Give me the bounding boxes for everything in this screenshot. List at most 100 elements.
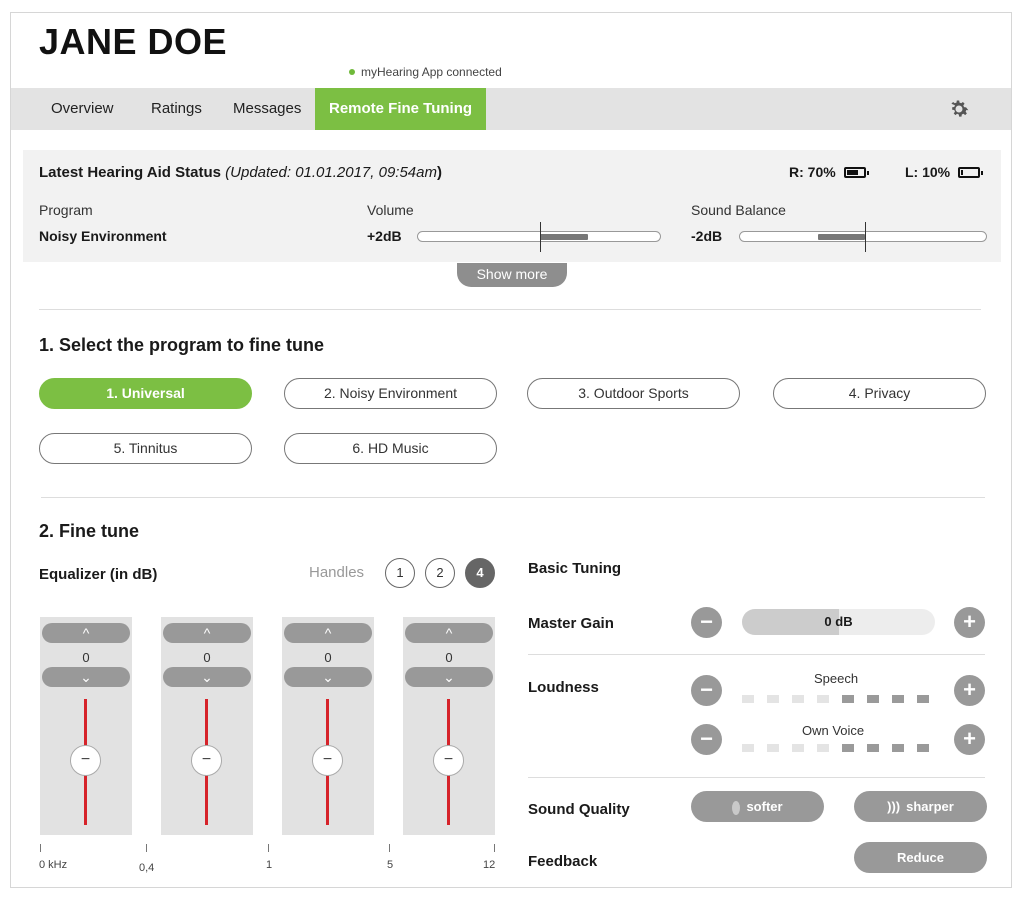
softer-button[interactable]: softer — [691, 791, 824, 822]
freq-tick — [40, 844, 41, 852]
speech-level-segment — [742, 695, 754, 703]
band-slider-knob[interactable]: − — [433, 745, 464, 776]
program-button-noisy-environment[interactable]: 2. Noisy Environment — [284, 378, 497, 409]
battery-left-fill — [961, 169, 964, 175]
band-value: 0 — [324, 650, 332, 665]
sound-balance-value: -2dB — [691, 228, 723, 244]
freq-label: 0,4 — [139, 862, 155, 874]
speech-minus-button[interactable]: − — [691, 675, 722, 706]
show-more-button[interactable]: Show more — [457, 263, 567, 287]
battery-icon — [843, 166, 869, 178]
program-label: Program — [39, 202, 93, 218]
equalizer-band-1: ^ 0 ⌄ − — [40, 617, 132, 835]
volume-value: +2dB — [367, 228, 402, 244]
tab-remote-fine-tuning[interactable]: Remote Fine Tuning — [315, 88, 487, 130]
tab-ratings[interactable]: Ratings — [151, 88, 202, 130]
handles-2-button[interactable]: 2 — [425, 558, 455, 588]
own-voice-minus-button[interactable]: − — [691, 724, 722, 755]
tab-overview[interactable]: Overview — [51, 88, 114, 130]
master-gain-bar[interactable]: 0 dB — [742, 609, 935, 635]
band-slider-knob[interactable]: − — [70, 745, 101, 776]
divider — [41, 497, 985, 498]
divider — [39, 309, 981, 310]
band-down-button[interactable]: ⌄ — [163, 667, 251, 687]
own-voice-level-segment — [842, 744, 854, 752]
sharper-label: sharper — [906, 799, 954, 814]
program-button-tinnitus[interactable]: 5. Tinnitus — [39, 433, 252, 464]
tab-messages[interactable]: Messages — [233, 88, 301, 130]
band-slider-knob[interactable]: − — [191, 745, 222, 776]
own-voice-plus-button[interactable]: + — [954, 724, 985, 755]
equalizer-band-2: ^ 0 ⌄ − — [161, 617, 253, 835]
feedback-label: Feedback — [528, 853, 598, 870]
speech-level-segment — [842, 695, 854, 703]
nav-bar: Overview Ratings Messages Remote Fine Tu… — [11, 88, 1011, 130]
band-down-button[interactable]: ⌄ — [405, 667, 493, 687]
band-value: 0 — [203, 650, 211, 665]
speech-level-segment — [792, 695, 804, 703]
handles-1-button[interactable]: 1 — [385, 558, 415, 588]
equalizer-band-4: ^ 0 ⌄ − — [403, 617, 495, 835]
sound-quality-label: Sound Quality — [528, 801, 630, 818]
band-down-button[interactable]: ⌄ — [42, 667, 130, 687]
band-up-button[interactable]: ^ — [42, 623, 130, 643]
band-slider-knob[interactable]: − — [312, 745, 343, 776]
own-voice-level-segment — [892, 744, 904, 752]
master-gain-minus-button[interactable]: − — [691, 607, 722, 638]
connection-status: myHearing App connected — [349, 65, 502, 79]
master-gain-label: Master Gain — [528, 615, 614, 632]
status-title-text: Latest Hearing Aid Status — [39, 164, 221, 181]
battery-right-label: R: 70% — [789, 164, 836, 180]
divider — [528, 654, 985, 655]
speech-level-segment — [917, 695, 929, 703]
status-updated: (Updated: 01.01.2017, 09:54am — [225, 164, 437, 181]
connection-dot-icon — [349, 69, 355, 75]
connection-status-text: myHearing App connected — [361, 65, 502, 79]
speech-label: Speech — [814, 671, 859, 686]
fine-tune-section-title: 2. Fine tune — [39, 521, 140, 541]
master-gain-value: 0 dB — [824, 614, 853, 629]
program-button-universal[interactable]: 1. Universal — [39, 378, 252, 409]
battery-right-fill — [846, 169, 858, 175]
status-title: Latest Hearing Aid Status (Updated: 01.0… — [39, 164, 442, 181]
program-button-privacy[interactable]: 4. Privacy — [773, 378, 986, 409]
freq-tick — [389, 844, 390, 852]
band-up-button[interactable]: ^ — [405, 623, 493, 643]
band-down-button[interactable]: ⌄ — [284, 667, 372, 687]
band-value: 0 — [445, 650, 453, 665]
own-voice-level-segment — [917, 744, 929, 752]
program-button-hd-music[interactable]: 6. HD Music — [284, 433, 497, 464]
freq-label: 12 — [483, 859, 496, 871]
status-updated-close: ) — [436, 164, 442, 181]
sharper-button[interactable]: ))) sharper — [854, 791, 987, 822]
softer-label: softer — [746, 799, 783, 814]
equalizer-band-3: ^ 0 ⌄ − — [282, 617, 374, 835]
own-voice-level-segment — [767, 744, 779, 752]
speech-level-segment — [867, 695, 879, 703]
speech-plus-button[interactable]: + — [954, 675, 985, 706]
speech-level-segment — [892, 695, 904, 703]
handles-label: Handles — [309, 564, 365, 581]
program-value: Noisy Environment — [39, 228, 167, 244]
gear-icon[interactable] — [947, 97, 971, 121]
master-gain-plus-button[interactable]: + — [954, 607, 985, 638]
sound-balance-center-marker — [865, 222, 866, 252]
freq-tick — [268, 844, 269, 852]
handles-4-button[interactable]: 4 — [465, 558, 495, 588]
softer-icon — [732, 800, 741, 815]
battery-right: R: 70% — [789, 164, 869, 180]
program-section-title: 1. Select the program to fine tune — [39, 335, 325, 355]
band-value: 0 — [82, 650, 90, 665]
band-up-button[interactable]: ^ — [163, 623, 251, 643]
volume-fill — [540, 234, 588, 240]
program-button-outdoor-sports[interactable]: 3. Outdoor Sports — [527, 378, 740, 409]
sound-balance-fill — [818, 234, 865, 240]
sound-balance-track — [739, 222, 987, 252]
battery-left: L: 10% — [905, 164, 984, 180]
volume-track — [417, 222, 661, 252]
own-voice-level-segment — [867, 744, 879, 752]
reduce-feedback-button[interactable]: Reduce — [854, 842, 987, 873]
speech-level-segment — [817, 695, 829, 703]
band-up-button[interactable]: ^ — [284, 623, 372, 643]
basic-tuning-title: Basic Tuning — [528, 560, 622, 577]
